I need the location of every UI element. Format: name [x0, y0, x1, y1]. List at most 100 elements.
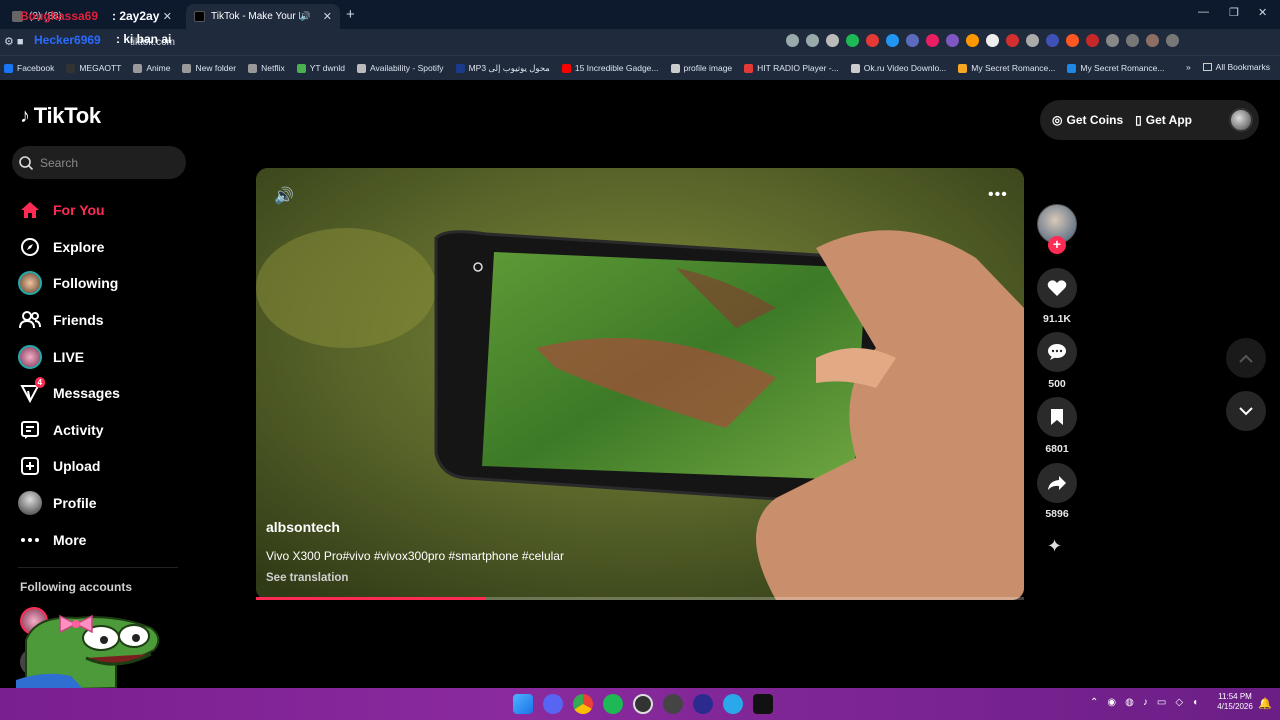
- bookmark-item[interactable]: MEGAOTT: [66, 63, 121, 73]
- sidebar-item-more[interactable]: More: [18, 521, 188, 558]
- bookmark-item[interactable]: profile image: [670, 63, 732, 73]
- display-icon[interactable]: ▭: [1157, 697, 1166, 708]
- star-icon[interactable]: [826, 34, 839, 47]
- extension-icon[interactable]: [1026, 34, 1039, 47]
- previous-video-button[interactable]: [1226, 338, 1266, 378]
- extension-icon[interactable]: [866, 34, 879, 47]
- video-progress-bar[interactable]: [256, 597, 1024, 600]
- like-button[interactable]: [1037, 268, 1077, 308]
- bookmark-item[interactable]: New folder: [182, 63, 236, 73]
- chevron-up-icon[interactable]: ⌃: [1090, 697, 1098, 708]
- save-button[interactable]: [1037, 397, 1077, 437]
- stream-overlay-message: : 2ay2ay: [112, 9, 160, 23]
- bookmark-item[interactable]: Ok.ru Video Downlo...: [850, 63, 946, 73]
- live-avatar: [18, 344, 42, 369]
- sidebar-item-upload[interactable]: Upload: [18, 448, 188, 485]
- comment-button[interactable]: [1037, 332, 1077, 372]
- volume-icon[interactable]: ◖: [1192, 697, 1198, 708]
- extension-icon[interactable]: [1006, 34, 1019, 47]
- tab-search-icon[interactable]: [1126, 34, 1139, 47]
- terminal-icon[interactable]: [753, 694, 773, 714]
- microphone-icon[interactable]: ♪: [1143, 697, 1148, 708]
- close-tab-icon[interactable]: ✕: [163, 10, 172, 23]
- microphone-app-icon[interactable]: [693, 694, 713, 714]
- bookmark-item[interactable]: HIT RADIO Player -...: [744, 63, 839, 73]
- bookmark-item[interactable]: My Secret Romance...: [1067, 63, 1164, 73]
- see-translation-link[interactable]: See translation: [266, 572, 348, 584]
- bookmark-item[interactable]: Anime: [133, 63, 170, 73]
- extension-icon[interactable]: [946, 34, 959, 47]
- tiktok-logo[interactable]: ♪ TikTok: [20, 103, 101, 129]
- sidebar-item-activity[interactable]: Activity: [18, 412, 188, 449]
- sidebar-item-following[interactable]: Following: [18, 265, 188, 302]
- minimize-button[interactable]: —: [1198, 6, 1209, 18]
- bookmark-item[interactable]: Facebook: [4, 63, 54, 73]
- tab-audio-icon[interactable]: 🔊: [300, 11, 311, 22]
- sidebar-item-explore[interactable]: Explore: [18, 229, 188, 266]
- extension-icon[interactable]: [846, 34, 859, 47]
- app-icon[interactable]: [663, 694, 683, 714]
- bookmark-item[interactable]: My Secret Romance...: [958, 63, 1055, 73]
- notification-icon[interactable]: 🔔: [1258, 697, 1272, 710]
- video-author[interactable]: albsontech: [266, 519, 340, 535]
- extension-icon[interactable]: [966, 34, 979, 47]
- bookmark-favicon: [296, 63, 306, 73]
- app-tray-icon[interactable]: ◉: [1107, 697, 1116, 708]
- search-input[interactable]: [40, 155, 180, 170]
- follow-plus-button[interactable]: +: [1048, 236, 1066, 254]
- close-window-button[interactable]: ✕: [1258, 6, 1267, 19]
- share-button[interactable]: [1037, 463, 1077, 503]
- new-tab-button[interactable]: +: [346, 6, 355, 23]
- profile-icon[interactable]: [1146, 34, 1159, 47]
- puzzle-icon[interactable]: [1106, 34, 1119, 47]
- get-app-button[interactable]: ▯ Get App: [1135, 113, 1192, 127]
- sidebar-item-friends[interactable]: Friends: [18, 302, 188, 339]
- extension-icon[interactable]: [926, 34, 939, 47]
- bookmark-item[interactable]: YT dwnld: [296, 63, 345, 73]
- get-coins-button[interactable]: ◎ Get Coins: [1052, 113, 1123, 127]
- extension-icon[interactable]: [886, 34, 899, 47]
- install-icon[interactable]: [786, 34, 799, 47]
- sidebar-item-label: More: [53, 531, 87, 548]
- discord-icon[interactable]: [543, 694, 563, 714]
- bookmark-item[interactable]: MP3 محول يوتيوب إلى: [455, 63, 550, 74]
- extension-icon[interactable]: [1046, 34, 1059, 47]
- discord-tray-icon[interactable]: ◍: [1125, 697, 1134, 708]
- sparkle-icon[interactable]: ✦: [1047, 536, 1062, 557]
- sidebar-item-for-you[interactable]: For You: [18, 192, 188, 229]
- obs-icon[interactable]: [633, 694, 653, 714]
- tiktok-wordmark: TikTok: [33, 103, 101, 128]
- extension-icon[interactable]: [1086, 34, 1099, 47]
- sidebar-item-profile[interactable]: Profile: [18, 485, 188, 522]
- video-frame[interactable]: [256, 168, 1024, 600]
- bookmark-item[interactable]: 15 Incredible Gadge...: [561, 63, 659, 73]
- close-tab-icon[interactable]: ✕: [323, 10, 332, 23]
- volume-icon[interactable]: 🔊: [274, 186, 294, 206]
- network-icon[interactable]: ◇: [1175, 697, 1183, 708]
- telegram-icon[interactable]: [723, 694, 743, 714]
- bookmark-item[interactable]: Availability - Spotify: [357, 63, 444, 73]
- bookmarks-overflow-icon[interactable]: »: [1186, 62, 1191, 72]
- browser-tab-tiktok[interactable]: TikTok - Make Your Day 🔊 ✕: [186, 4, 340, 29]
- restore-button[interactable]: ❐: [1229, 6, 1239, 19]
- spotify-icon[interactable]: [603, 694, 623, 714]
- extension-icon[interactable]: [906, 34, 919, 47]
- chrome-icon[interactable]: [573, 694, 593, 714]
- sidebar-item-messages[interactable]: 4 Messages: [18, 375, 188, 412]
- bookmark-item[interactable]: Netflix: [248, 63, 285, 73]
- extension-icon[interactable]: [1066, 34, 1079, 47]
- start-icon[interactable]: [513, 694, 533, 714]
- video-player[interactable]: [256, 168, 1024, 600]
- next-video-button[interactable]: [1226, 391, 1266, 431]
- all-bookmarks-button[interactable]: » All Bookmarks: [1186, 62, 1270, 72]
- zoom-icon[interactable]: [806, 34, 819, 47]
- kebab-menu-icon[interactable]: [1166, 34, 1179, 47]
- nav-buttons[interactable]: ⚙ ■: [4, 35, 24, 48]
- sidebar-item-live[interactable]: LIVE: [18, 338, 188, 375]
- extension-icon[interactable]: [986, 34, 999, 47]
- search-box[interactable]: [12, 146, 186, 179]
- more-options-icon[interactable]: •••: [988, 186, 1008, 204]
- taskbar-clock[interactable]: 11:54 PM 4/15/2026: [1211, 692, 1259, 712]
- video-caption: Vivo X300 Pro#vivo #vivox300pro #smartph…: [266, 549, 564, 563]
- user-avatar[interactable]: [1229, 108, 1253, 132]
